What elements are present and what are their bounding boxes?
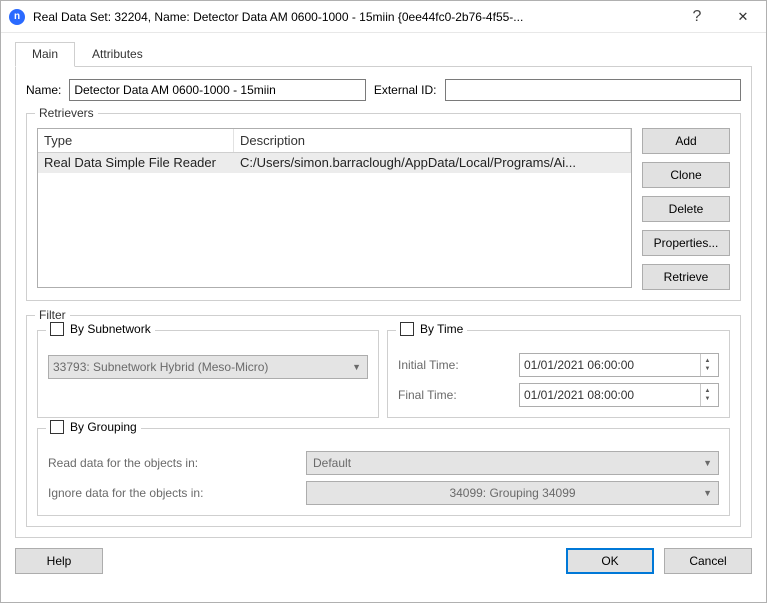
delete-button[interactable]: Delete [642, 196, 730, 222]
read-objects-value: Default [313, 456, 351, 470]
read-objects-combo[interactable]: Default ▼ [306, 451, 719, 475]
cell-description: C:/Users/simon.barraclough/AppData/Local… [234, 153, 631, 173]
retrievers-buttons: Add Clone Delete Properties... Retrieve [642, 128, 730, 290]
col-type[interactable]: Type [38, 129, 234, 152]
table-row[interactable]: Real Data Simple File Reader C:/Users/si… [38, 153, 631, 173]
chevron-down-icon: ▼ [703, 488, 712, 498]
retrievers-header: Type Description [38, 129, 631, 153]
filter-group: Filter By Subnetwork 33793: Subnetwork H… [26, 315, 741, 527]
by-time-label: By Time [420, 322, 463, 336]
by-subnetwork-checkbox[interactable] [50, 322, 64, 336]
help-icon[interactable]: ? [674, 1, 720, 33]
help-button[interactable]: Help [15, 548, 103, 574]
by-grouping-checkbox[interactable] [50, 420, 64, 434]
by-time-checkbox[interactable] [400, 322, 414, 336]
clone-button[interactable]: Clone [642, 162, 730, 188]
tab-attributes[interactable]: Attributes [75, 42, 160, 67]
retrievers-group: Retrievers Type Description Real Data Si… [26, 113, 741, 301]
external-id-label: External ID: [374, 83, 437, 97]
chevron-down-icon: ▼ [703, 458, 712, 468]
retrievers-table[interactable]: Type Description Real Data Simple File R… [37, 128, 632, 288]
ignore-objects-label: Ignore data for the objects in: [48, 486, 298, 500]
tabs: Main Attributes [15, 41, 752, 67]
properties-button[interactable]: Properties... [642, 230, 730, 256]
close-icon[interactable]: ✕ [720, 1, 766, 33]
col-description[interactable]: Description [234, 129, 631, 152]
subnetwork-combo[interactable]: 33793: Subnetwork Hybrid (Meso-Micro) ▼ [48, 355, 368, 379]
spin-buttons[interactable]: ▲▼ [700, 384, 714, 406]
filter-title: Filter [35, 308, 70, 322]
footer: Help OK Cancel [1, 548, 766, 584]
by-time-group: By Time Initial Time: 01/01/2021 06:00:0… [387, 330, 730, 418]
name-label: Name: [26, 83, 61, 97]
add-button[interactable]: Add [642, 128, 730, 154]
read-objects-label: Read data for the objects in: [48, 456, 298, 470]
final-time-value: 01/01/2021 08:00:00 [524, 388, 634, 402]
external-id-input[interactable] [445, 79, 741, 101]
app-icon: n [9, 9, 25, 25]
ignore-objects-combo[interactable]: 34099: Grouping 34099 ▼ [306, 481, 719, 505]
ignore-objects-value: 34099: Grouping 34099 [449, 486, 575, 500]
final-time-label: Final Time: [398, 388, 498, 402]
content: Main Attributes Name: External ID: Retri… [1, 33, 766, 548]
cancel-button[interactable]: Cancel [664, 548, 752, 574]
retrieve-button[interactable]: Retrieve [642, 264, 730, 290]
ok-button[interactable]: OK [566, 548, 654, 574]
window-title: Real Data Set: 32204, Name: Detector Dat… [33, 10, 674, 24]
by-subnetwork-group: By Subnetwork 33793: Subnetwork Hybrid (… [37, 330, 379, 418]
initial-time-value: 01/01/2021 06:00:00 [524, 358, 634, 372]
subnetwork-value: 33793: Subnetwork Hybrid (Meso-Micro) [53, 360, 268, 374]
by-grouping-group: By Grouping Read data for the objects in… [37, 428, 730, 516]
titlebar: n Real Data Set: 32204, Name: Detector D… [1, 1, 766, 33]
spin-buttons[interactable]: ▲▼ [700, 354, 714, 376]
by-subnetwork-label: By Subnetwork [70, 322, 151, 336]
tab-main-body: Name: External ID: Retrievers Type Descr… [15, 67, 752, 538]
name-input[interactable] [69, 79, 365, 101]
final-time-input[interactable]: 01/01/2021 08:00:00 ▲▼ [519, 383, 719, 407]
initial-time-input[interactable]: 01/01/2021 06:00:00 ▲▼ [519, 353, 719, 377]
chevron-down-icon: ▼ [352, 362, 363, 372]
cell-type: Real Data Simple File Reader [38, 153, 234, 173]
by-grouping-label: By Grouping [70, 420, 137, 434]
name-row: Name: External ID: [26, 79, 741, 101]
retrievers-title: Retrievers [35, 106, 98, 120]
initial-time-label: Initial Time: [398, 358, 498, 372]
tab-main[interactable]: Main [15, 42, 75, 67]
